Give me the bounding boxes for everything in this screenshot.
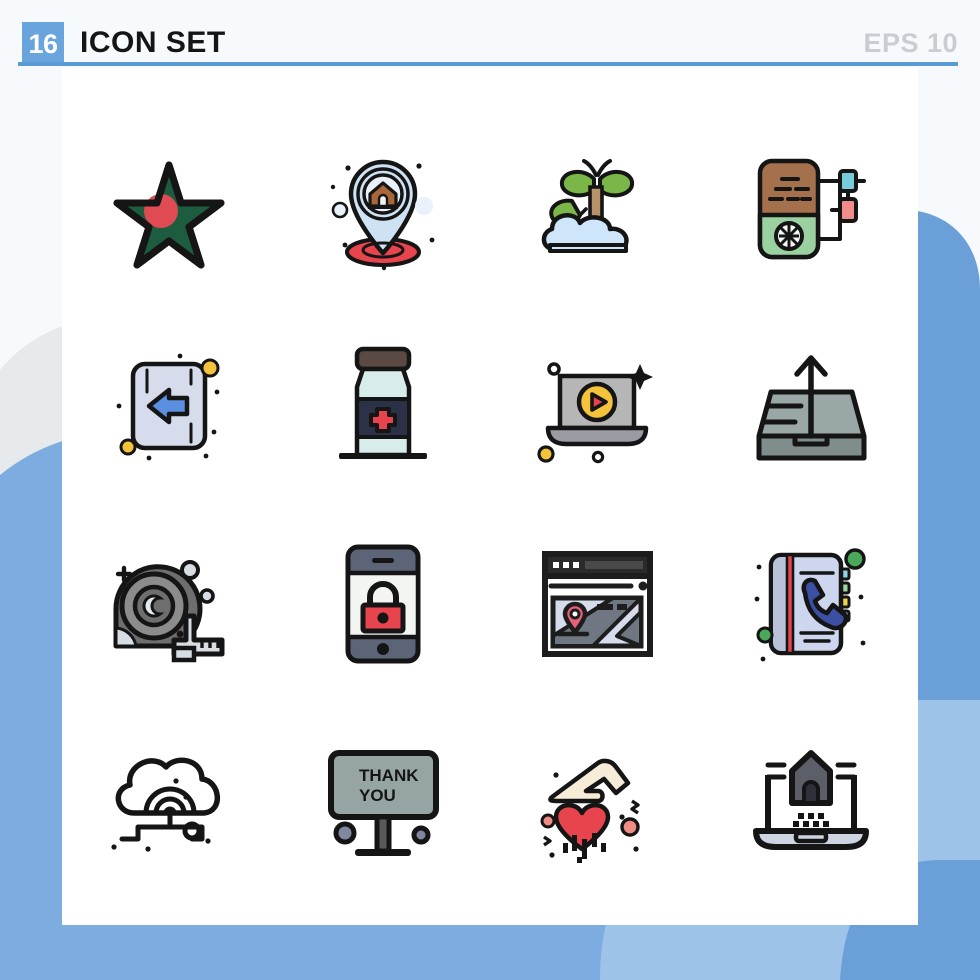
hand-heart-icon[interactable] xyxy=(532,739,662,864)
icon-grid: THANK YOU xyxy=(62,110,918,900)
phone-book-icon[interactable] xyxy=(749,541,874,666)
icon-cell-video-laptop[interactable] xyxy=(490,308,704,506)
icon-cell-device-module[interactable] xyxy=(704,110,918,308)
icon-cell-sprout-cloud[interactable] xyxy=(490,110,704,308)
icon-cell-star[interactable] xyxy=(62,110,276,308)
video-laptop-icon[interactable] xyxy=(532,344,662,469)
format-label: EPS 10 xyxy=(863,28,958,58)
measuring-tape-icon[interactable] xyxy=(104,544,234,664)
cloud-network-icon[interactable] xyxy=(104,741,234,861)
outbox-tray-icon[interactable] xyxy=(749,344,874,469)
location-home-pin-icon[interactable] xyxy=(318,144,448,274)
medicine-bottle-icon[interactable] xyxy=(323,341,443,471)
icon-cell-hand-heart[interactable] xyxy=(490,703,704,901)
icon-cell-outbox-tray[interactable] xyxy=(704,308,918,506)
icon-count-badge: 16 xyxy=(22,22,64,66)
thank-you-sign-icon[interactable]: THANK YOU xyxy=(321,739,446,864)
header-divider xyxy=(18,62,958,66)
star-icon[interactable] xyxy=(109,149,229,269)
laptop-home-icon[interactable] xyxy=(746,739,876,864)
icon-cell-location-home-pin[interactable] xyxy=(276,110,490,308)
icon-cell-cloud-network[interactable] xyxy=(62,703,276,901)
sprout-cloud-icon[interactable] xyxy=(532,149,662,269)
icon-cell-thank-you-sign[interactable]: THANK YOU xyxy=(276,703,490,901)
icon-cell-laptop-home[interactable] xyxy=(704,703,918,901)
icon-cell-browser-map[interactable] xyxy=(490,505,704,703)
icon-cell-phone-book[interactable] xyxy=(704,505,918,703)
icon-cell-medicine-bottle[interactable] xyxy=(276,308,490,506)
icon-cell-mobile-lock[interactable] xyxy=(276,505,490,703)
browser-map-icon[interactable] xyxy=(535,544,660,664)
sign-text-line1: THANK xyxy=(359,766,419,785)
icon-cell-back-arrow[interactable] xyxy=(62,308,276,506)
icon-cell-measuring-tape[interactable] xyxy=(62,505,276,703)
sign-text-line2: YOU xyxy=(359,786,396,805)
mobile-lock-icon[interactable] xyxy=(328,539,438,669)
page-title: ICON SET xyxy=(80,26,226,59)
device-module-icon[interactable] xyxy=(746,149,876,269)
back-arrow-icon[interactable] xyxy=(107,344,232,469)
